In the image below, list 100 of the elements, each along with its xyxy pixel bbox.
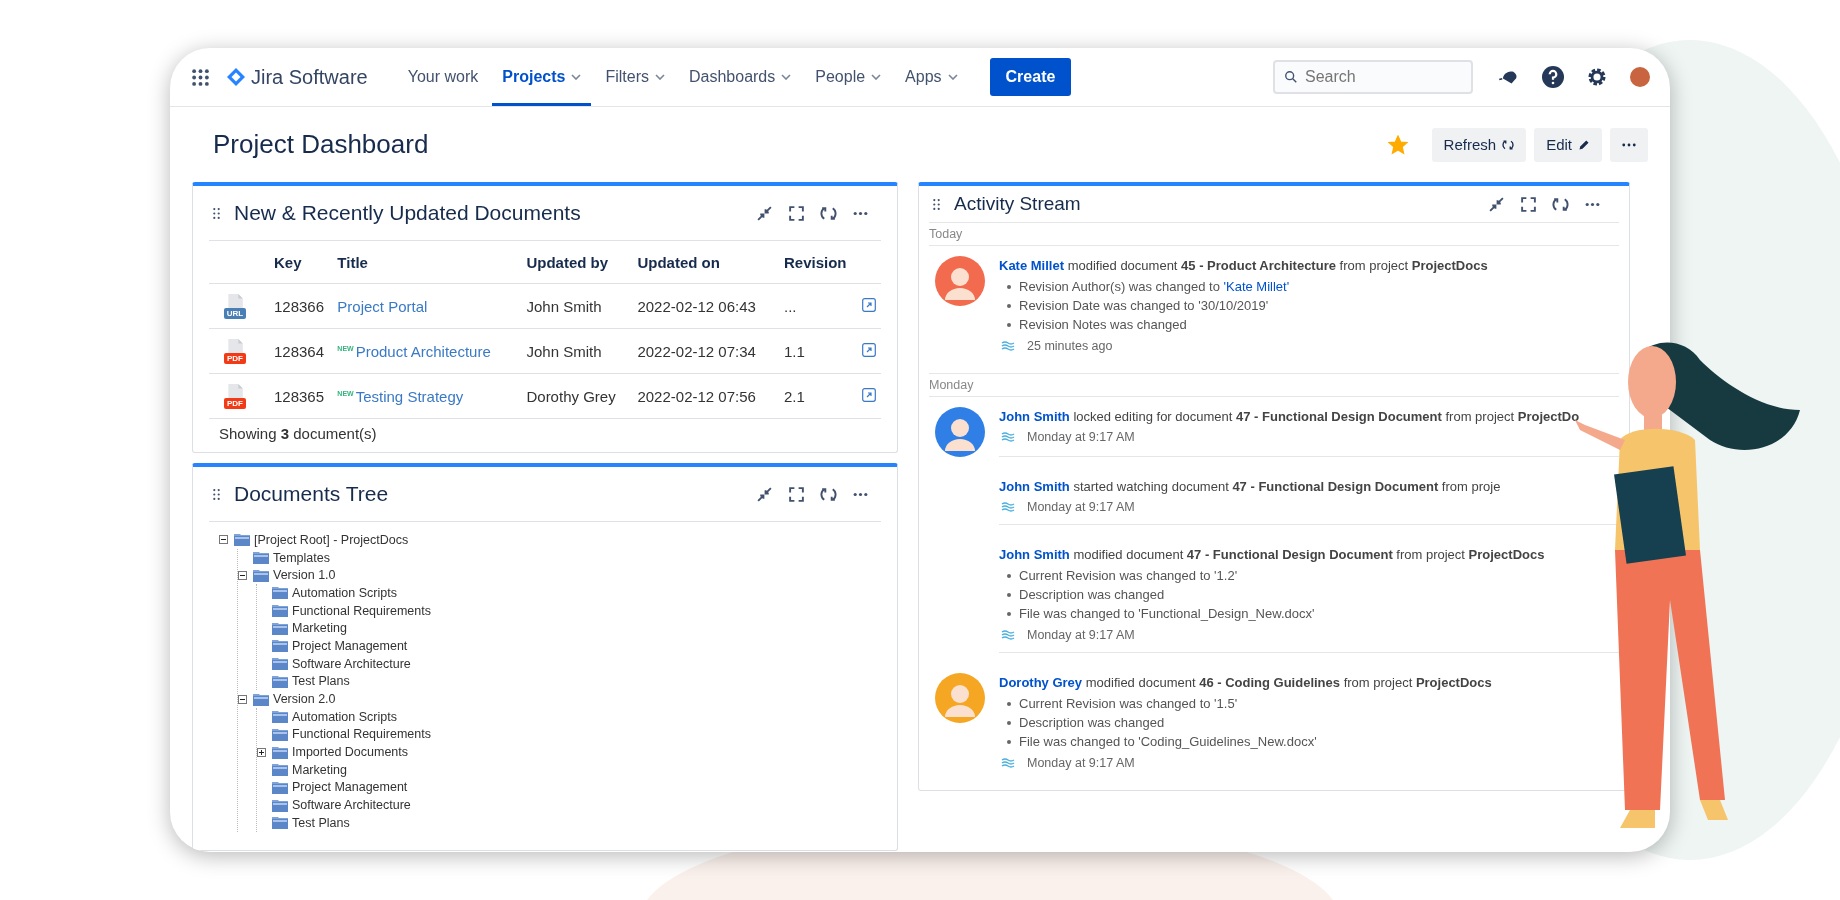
nav-tab[interactable]: People	[805, 48, 892, 106]
folder-icon	[272, 604, 288, 618]
edit-button[interactable]: Edit	[1534, 127, 1602, 162]
change-item: Description was changed	[1019, 715, 1165, 731]
activity-text: Kate Millet modified document 45 - Product Architecture from project ProjectDocs	[999, 258, 1489, 273]
table-cell: John Smith	[526, 297, 602, 315]
diamond-logo-icon	[227, 68, 245, 86]
table-cell: 2022-02-12 07:34	[637, 342, 756, 360]
user-link[interactable]: 'Kate Millet'	[1223, 279, 1290, 294]
collapse-toggle-icon[interactable]	[238, 570, 247, 580]
nav-tab[interactable]: Dashboards	[679, 48, 802, 106]
wave-icon	[1001, 501, 1015, 513]
tree-item[interactable]: Marketing	[292, 621, 347, 636]
bullet-dot	[1007, 323, 1011, 327]
document-link[interactable]: Project Portal	[337, 297, 428, 315]
bullet-dot	[1007, 740, 1011, 744]
bullet-dot	[1007, 304, 1011, 308]
timestamp: Monday at 9:17 AM	[1027, 500, 1135, 514]
tree-item[interactable]: Functional Requirements	[292, 603, 431, 618]
user-link[interactable]: Dorothy Grey	[999, 675, 1083, 690]
refresh-icon[interactable]	[820, 485, 837, 503]
user-link[interactable]: Kate Millet	[999, 258, 1064, 273]
user-link[interactable]: John Smith	[999, 479, 1070, 494]
expand-toggle-icon[interactable]	[257, 747, 266, 757]
folder-icon	[272, 798, 288, 812]
tree-item[interactable]: Functional Requirements	[292, 727, 431, 742]
tree-item[interactable]: Version 2.0	[273, 692, 336, 707]
refresh-icon[interactable]	[1552, 195, 1569, 213]
folder-icon	[272, 657, 288, 671]
tree-item[interactable]: Templates	[273, 550, 330, 565]
folder-icon	[272, 639, 288, 653]
product-name[interactable]: Jira Software	[251, 65, 368, 89]
tree-item[interactable]: Project Management	[292, 638, 408, 653]
document-link[interactable]: Testing Strategy	[355, 387, 464, 405]
tree-item[interactable]: Software Architecture	[292, 798, 411, 813]
star-icon[interactable]	[1387, 134, 1408, 155]
drag-handle-icon[interactable]	[213, 488, 220, 500]
user-link[interactable]: John Smith	[999, 409, 1070, 424]
folder-icon	[272, 780, 288, 794]
panel-title: Activity Stream	[954, 193, 1082, 215]
refresh-icon	[1502, 138, 1515, 151]
folder-icon	[272, 816, 288, 830]
search-field[interactable]: Search	[1273, 60, 1473, 94]
document-link[interactable]: Product Architecture	[355, 342, 491, 360]
drag-handle-icon[interactable]	[213, 207, 220, 219]
folder-icon	[253, 568, 269, 582]
app-grid-icon[interactable]	[192, 68, 209, 86]
fullscreen-icon[interactable]	[788, 204, 805, 222]
tree-item[interactable]: Test Plans	[292, 674, 350, 689]
nav-tab[interactable]: Filters	[595, 48, 675, 106]
fullscreen-icon[interactable]	[788, 485, 805, 503]
tree-item[interactable]: [Project Root] - ProjectDocs	[254, 532, 409, 547]
minimize-icon[interactable]	[756, 485, 773, 503]
folder-icon	[272, 621, 288, 635]
help-icon[interactable]	[1542, 66, 1564, 88]
fullscreen-icon[interactable]	[1520, 195, 1537, 213]
column-header: Key	[274, 253, 302, 271]
minimize-icon[interactable]	[1488, 195, 1505, 213]
nav-tab[interactable]: Your work	[397, 48, 489, 106]
user-avatar[interactable]	[1630, 67, 1650, 87]
collapse-toggle-icon[interactable]	[219, 535, 228, 545]
tree-item[interactable]: Software Architecture	[292, 656, 411, 671]
collapse-toggle-icon[interactable]	[238, 694, 247, 704]
tree-item[interactable]: Imported Documents	[292, 745, 409, 760]
activity-text: John Smith modified document 47 - Functional Design Document from project ProjectDocs	[999, 547, 1546, 562]
page-title: Project Dashboard	[213, 129, 430, 160]
table-cell: 1.1	[783, 342, 805, 360]
day-label: Today	[929, 227, 963, 241]
folder-icon	[253, 551, 269, 565]
tree-item[interactable]: Version 1.0	[273, 568, 336, 583]
bullet-dot	[1007, 574, 1011, 578]
table-cell: 2022-02-12 07:56	[637, 387, 756, 405]
tree-item[interactable]: Automation Scripts	[292, 709, 397, 724]
create-button[interactable]: Create	[989, 58, 1072, 96]
nav-tab[interactable]: Projects	[492, 48, 592, 106]
tree-item[interactable]: Test Plans	[292, 815, 350, 830]
table-cell: 128364	[274, 342, 325, 360]
panel-title: New & Recently Updated Documents	[234, 201, 582, 225]
settings-icon[interactable]	[1586, 66, 1608, 88]
activity-text: John Smith started watching document 47 - Functional Design Document from proje	[999, 479, 1502, 494]
activity-text: Dorothy Grey modified document 46 - Coding Guidelines from project ProjectDocs	[999, 675, 1493, 690]
timestamp: Monday at 9:17 AM	[1027, 756, 1135, 770]
drag-handle-icon[interactable]	[933, 198, 940, 210]
refresh-button[interactable]: Refresh	[1431, 127, 1527, 162]
change-item: Revision Date was changed to '30/10/2019'	[1019, 298, 1269, 314]
open-link-icon[interactable]	[862, 387, 877, 402]
user-link[interactable]: John Smith	[999, 547, 1070, 562]
tree-item[interactable]: Automation Scripts	[292, 585, 397, 600]
timestamp: Monday at 9:17 AM	[1027, 430, 1135, 444]
open-link-icon[interactable]	[862, 297, 877, 312]
tree-item[interactable]: Project Management	[292, 780, 408, 795]
wave-icon	[1001, 757, 1015, 769]
column-header: Title	[337, 253, 368, 271]
open-link-icon[interactable]	[862, 342, 877, 357]
nav-tab[interactable]: Apps	[895, 48, 968, 106]
tree-item[interactable]: Marketing	[292, 762, 347, 777]
search-icon	[1284, 70, 1298, 84]
refresh-icon[interactable]	[820, 204, 837, 222]
panel-title: Documents Tree	[234, 482, 390, 506]
minimize-icon[interactable]	[756, 204, 773, 222]
